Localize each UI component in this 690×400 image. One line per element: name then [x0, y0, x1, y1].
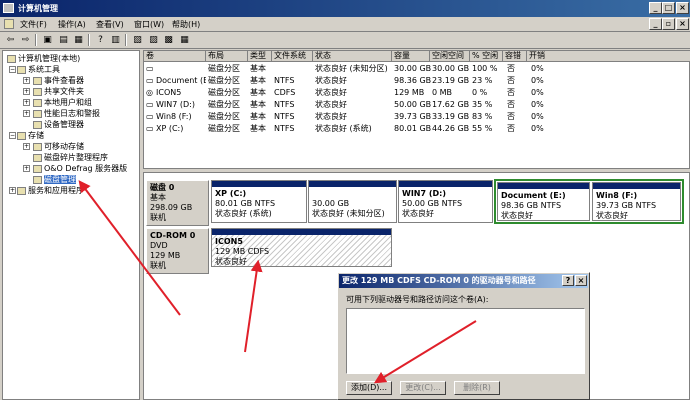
arrow-to-cdrom-partition [244, 259, 263, 353]
annotation-arrows [78, 180, 477, 384]
arrow-to-add-button [373, 320, 477, 384]
arrow-to-disk-management [78, 180, 181, 316]
